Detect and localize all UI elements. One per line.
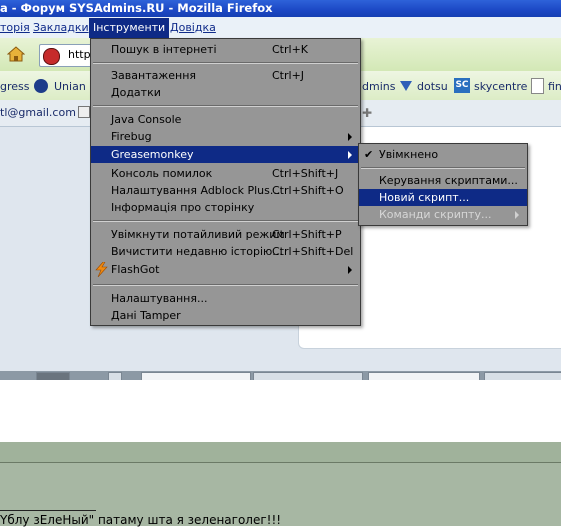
chevron-right-icon — [348, 133, 352, 141]
chevron-right-icon — [515, 211, 519, 219]
bookmark-fin[interactable]: fin — [548, 80, 561, 93]
menu-separator — [93, 220, 358, 222]
bookmark-unian[interactable]: Unian — [54, 80, 86, 93]
menu-item-page-info[interactable]: Інформація про сторінку — [91, 199, 360, 216]
flashgot-icon — [95, 262, 108, 277]
forum-header-band — [0, 442, 561, 463]
tab-gmail[interactable]: tl@gmail.com — [0, 106, 76, 119]
menu-separator — [93, 105, 358, 107]
menu-item-greasemonkey[interactable]: Greasemonkey — [91, 146, 360, 163]
check-icon: ✔ — [364, 148, 374, 161]
chevron-right-icon — [348, 266, 352, 274]
chevron-right-icon — [348, 151, 352, 159]
page-icon — [531, 78, 544, 94]
menu-separator — [93, 62, 358, 64]
bookmark-sysadmins[interactable]: dmins — [362, 80, 395, 93]
divider — [0, 510, 96, 511]
menu-item-web-search[interactable]: Пошук в інтернеті Ctrl+K — [91, 41, 360, 58]
menu-item-error-console[interactable]: Консоль помилок Ctrl+Shift+J — [91, 165, 360, 182]
bookmark-dotsu[interactable]: dotsu — [417, 80, 448, 93]
menu-tools[interactable]: Інструменти — [89, 18, 170, 38]
post-text: Yблу зЕлеНый" патаму шта я зеленаголег!!… — [0, 513, 282, 527]
menu-bookmarks[interactable]: Закладки — [33, 20, 89, 36]
menu-item-adblock-settings[interactable]: Налаштування Adblock Plus... Ctrl+Shift+O — [91, 182, 360, 199]
bookmark-progress[interactable]: gress — [0, 80, 30, 93]
taskbar — [0, 371, 561, 382]
globe-icon — [34, 79, 48, 93]
dotsu-icon — [400, 81, 412, 91]
submenu-item-enabled[interactable]: ✔ Увімкнено — [359, 146, 527, 163]
menu-separator — [93, 284, 358, 286]
menu-item-addons[interactable]: Додатки — [91, 84, 360, 101]
tools-menu: Пошук в інтернеті Ctrl+K Завантаження Ctrl… — [90, 38, 361, 326]
menu-help[interactable]: Довідка — [170, 20, 216, 36]
window-title: а - Форум SYSAdmins.RU - Mozilla Firefox — [0, 1, 273, 15]
tab-close-icon[interactable] — [78, 106, 90, 118]
skycentre-icon: SC — [454, 78, 470, 93]
window-title-bar[interactable]: а - Форум SYSAdmins.RU - Mozilla Firefox — [0, 0, 561, 17]
menu-item-clear-history[interactable]: Вичистити недавню історію... Ctrl+Shift+D… — [91, 243, 360, 260]
url-text: http — [68, 48, 91, 61]
submenu-item-script-commands[interactable]: Команди скрипту... — [359, 206, 527, 223]
menu-item-java-console[interactable]: Java Console — [91, 111, 360, 128]
menu-item-settings[interactable]: Налаштування... — [91, 290, 360, 307]
bookmark-skycentre[interactable]: skycentre — [474, 80, 527, 93]
menu-item-downloads[interactable]: Завантаження Ctrl+J — [91, 67, 360, 84]
page-blank-area — [0, 380, 561, 442]
menu-history[interactable]: торія — [0, 20, 30, 36]
submenu-item-new-script[interactable]: Новий скрипт... — [359, 189, 527, 206]
menu-separator — [361, 167, 525, 169]
menu-item-flashgot[interactable]: FlashGot — [91, 261, 360, 278]
menu-bar: торія Закладки Інструменти Довідка — [0, 17, 561, 39]
home-icon[interactable] — [7, 46, 25, 62]
menu-item-private-browsing[interactable]: Увімкнути потайливий режим Ctrl+Shift+P — [91, 226, 360, 243]
greasemonkey-submenu: ✔ Увімкнено Керування скриптами... Новий… — [358, 143, 528, 226]
site-favicon — [43, 48, 60, 65]
menu-item-firebug[interactable]: Firebug — [91, 128, 360, 145]
new-tab-icon[interactable]: ✚ — [362, 106, 372, 120]
menu-item-tamper-data[interactable]: Дані Tamper — [91, 307, 360, 324]
submenu-item-manage-scripts[interactable]: Керування скриптами... — [359, 172, 527, 189]
